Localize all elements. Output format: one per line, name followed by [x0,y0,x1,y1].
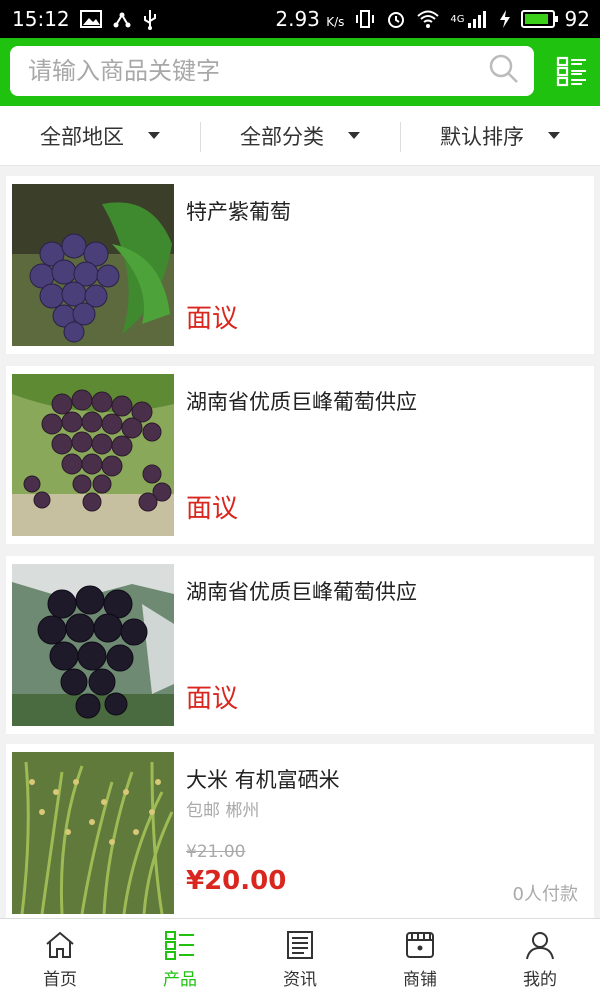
product-payment-count: 0人付款 [512,884,578,905]
dropdown-caret-icon [548,132,560,139]
product-title[interactable]: 湖南省优质巨峰葡萄供应 [186,576,417,606]
filter-region[interactable]: 全部地区 [0,106,200,165]
battery-icon [520,10,558,28]
vibrate-icon [354,9,376,29]
nav-label: 资讯 [283,970,317,990]
product-image-black-grapes[interactable] [12,564,174,726]
product-image-kyoho-grapes[interactable] [12,374,174,536]
dropdown-caret-icon [148,132,160,139]
nav-label: 商铺 [403,970,437,990]
product-title[interactable]: 湖南省优质巨峰葡萄供应 [186,386,417,416]
dropdown-caret-icon [348,132,360,139]
nav-label: 产品 [163,970,197,990]
search-input[interactable] [28,57,488,85]
product-card[interactable]: 大米 有机富硒米 包邮 郴州 ¥21.00 ¥20.00 0人付款 [6,744,594,922]
filter-category[interactable]: 全部分类 [200,106,400,165]
category-menu-icon[interactable] [556,55,588,87]
app-header [0,38,600,106]
product-image-purple-grapes[interactable] [12,184,174,346]
nav-news[interactable]: 资讯 [240,919,360,1000]
nav-label: 我的 [523,970,557,990]
product-image-rice[interactable] [12,752,174,914]
search-box[interactable] [10,46,534,96]
bottom-nav: 首页 产品 资讯 商铺 我的 [0,918,600,1000]
product-price: 面议 [186,494,239,524]
wifi-icon [416,9,440,29]
usb-icon [142,8,158,30]
list-icon [165,931,194,960]
product-shipping-location: 包邮 郴州 [186,801,260,821]
product-title[interactable]: 大米 有机富硒米 [186,764,340,794]
user-icon [526,932,554,960]
product-price: ¥20.00 [186,866,287,896]
product-card[interactable]: 湖南省优质巨峰葡萄供应 面议 [6,366,594,544]
alarm-icon [386,9,406,29]
nav-profile[interactable]: 我的 [480,919,600,1000]
home-icon [46,931,74,958]
network-speed: 2.93 K/s [275,7,345,31]
battery-percent: 92 [564,7,590,31]
nav-stores[interactable]: 商铺 [360,919,480,1000]
store-icon [406,932,434,958]
signal-icon: 4G [450,9,488,29]
product-price: 面议 [186,684,239,714]
nav-products[interactable]: 产品 [120,919,240,1000]
charging-icon [499,9,511,29]
filter-sort[interactable]: 默认排序 [400,106,600,165]
product-original-price: ¥21.00 [186,842,246,862]
filter-bar: 全部地区 全部分类 默认排序 [0,106,600,166]
nav-label: 首页 [43,970,77,990]
product-price: 面议 [186,304,239,334]
share-icon [112,9,132,29]
product-card[interactable]: 特产紫葡萄 面议 [6,176,594,354]
filter-label: 全部分类 [240,124,324,149]
status-bar: 15:12 2.93 K/s 4G 92 [0,0,600,38]
news-icon [287,931,313,959]
clock: 15:12 [12,7,70,31]
search-icon[interactable] [488,53,520,89]
image-icon [79,9,102,29]
filter-label: 全部地区 [40,124,124,149]
product-card[interactable]: 湖南省优质巨峰葡萄供应 面议 [6,556,594,734]
product-title[interactable]: 特产紫葡萄 [186,196,291,226]
nav-home[interactable]: 首页 [0,919,120,1000]
filter-label: 默认排序 [440,124,524,149]
